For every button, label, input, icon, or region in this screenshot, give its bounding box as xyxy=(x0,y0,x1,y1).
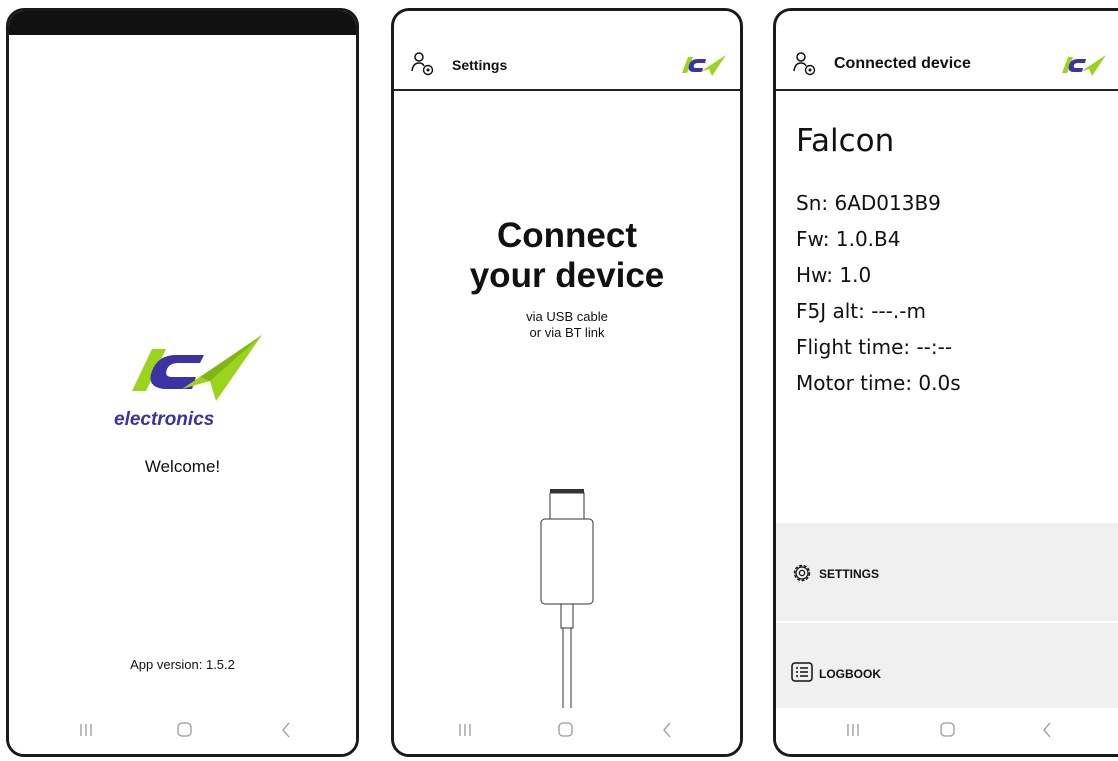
system-nav-bar xyxy=(394,708,740,754)
user-settings-icon[interactable] xyxy=(410,51,436,82)
status-bar xyxy=(776,11,1118,21)
app-bar: Settings xyxy=(394,39,740,91)
flight-time: Flight time: --:-- xyxy=(796,335,953,359)
home-icon[interactable] xyxy=(174,718,196,742)
connect-heading-line1: Connect xyxy=(497,216,637,255)
serial-number: Sn: 6AD013B9 xyxy=(796,191,941,215)
logbook-button[interactable]: LOGBOOK xyxy=(776,623,1118,721)
home-icon[interactable] xyxy=(937,718,959,742)
gear-icon xyxy=(790,561,814,590)
hardware-version: Hw: 1.0 xyxy=(796,263,872,287)
ic-electronics-logo: electronics xyxy=(112,331,262,436)
recents-icon[interactable] xyxy=(842,718,864,742)
back-icon[interactable] xyxy=(275,718,297,742)
settings-button[interactable]: SETTINGS xyxy=(776,523,1118,621)
firmware-version: Fw: 1.0.B4 xyxy=(796,227,901,251)
system-nav-bar xyxy=(9,708,356,754)
user-settings-icon[interactable] xyxy=(792,51,818,82)
logo-wordmark: electronics xyxy=(114,409,214,430)
app-version: App version: 1.5.2 xyxy=(130,657,235,672)
back-icon[interactable] xyxy=(656,718,678,742)
ic-logo-small xyxy=(1058,54,1106,83)
phone-connected-device-screen: Connected device Falcon Sn: 6AD013B9 Fw:… xyxy=(773,8,1118,757)
phone-connect-screen: Settings Connect your device via USB cab… xyxy=(391,8,743,757)
system-nav-bar xyxy=(776,708,1118,754)
page-title: Connected device xyxy=(834,55,971,72)
recents-icon[interactable] xyxy=(454,718,476,742)
connect-subtitle-line1: via USB cable xyxy=(526,309,608,324)
connect-heading-line2: your device xyxy=(469,256,665,295)
welcome-text: Welcome! xyxy=(144,457,221,476)
logbook-label: LOGBOOK xyxy=(819,667,881,681)
phone-splash-screen: electronics Welcome! App version: 1.5.2 xyxy=(6,8,359,757)
home-icon[interactable] xyxy=(555,718,577,742)
settings-label: SETTINGS xyxy=(819,567,880,581)
connect-heading: Connect your device xyxy=(394,216,740,296)
connect-subtitle: via USB cable or via BT link xyxy=(394,309,740,341)
device-name: Falcon xyxy=(796,123,895,159)
page-title: Settings xyxy=(452,57,508,73)
motor-time: Motor time: 0.0s xyxy=(796,371,961,395)
ic-logo-small xyxy=(678,54,726,83)
list-icon xyxy=(790,660,814,689)
back-icon[interactable] xyxy=(1036,718,1058,742)
recents-icon[interactable] xyxy=(75,718,97,742)
f5j-altitude: F5J alt: ---.-m xyxy=(796,299,926,323)
connect-subtitle-line2: or via BT link xyxy=(529,325,605,340)
status-bar xyxy=(9,11,356,35)
app-bar: Connected device xyxy=(776,39,1118,91)
usb-cable-icon xyxy=(532,486,602,731)
action-panel: SETTINGS LOGBOOK xyxy=(776,523,1118,723)
status-bar xyxy=(394,11,740,21)
